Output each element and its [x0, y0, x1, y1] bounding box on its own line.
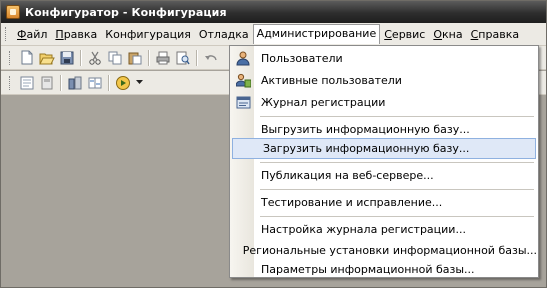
menu-item-web-publish[interactable]: Публикация на веб-сервере...	[231, 165, 537, 186]
cut-icon[interactable]	[87, 50, 103, 66]
copy-icon[interactable]	[107, 50, 123, 66]
toolbar-grip[interactable]	[9, 50, 13, 65]
save-icon[interactable]	[59, 50, 75, 66]
menu-administration[interactable]: Администрирование	[252, 24, 381, 44]
compare-icon[interactable]	[87, 75, 103, 91]
run-debug-icon[interactable]	[115, 75, 131, 91]
main-window: Конфигуратор - Конфигурация Файл Правка …	[0, 0, 547, 288]
menu-separator	[260, 189, 534, 190]
menu-debug[interactable]: Отладка	[195, 25, 253, 44]
undo-icon[interactable]	[203, 50, 219, 66]
menu-separator	[260, 116, 534, 117]
window-title: Конфигуратор - Конфигурация	[25, 5, 227, 19]
menu-item-import-infobase[interactable]: Загрузить информационную базу...	[232, 138, 536, 159]
menubar-grip[interactable]	[5, 27, 9, 41]
menu-item-users[interactable]: Пользователи	[231, 48, 537, 69]
open-folder-icon[interactable]	[39, 50, 55, 66]
toolbar-separator	[148, 49, 150, 66]
print-icon[interactable]	[155, 50, 171, 66]
toolbar-separator	[80, 49, 82, 66]
menu-item-active-users[interactable]: Активные пользователи	[231, 70, 537, 91]
menu-windows[interactable]: Окна	[429, 25, 466, 44]
print-preview-icon[interactable]	[175, 50, 191, 66]
menu-bar: Файл Правка Конфигурация Отладка Админис…	[1, 23, 546, 46]
menu-help[interactable]: Справка	[467, 25, 523, 44]
config-tree-icon[interactable]	[19, 75, 35, 91]
toolbar-separator	[108, 74, 110, 91]
db-config-icon[interactable]	[39, 75, 55, 91]
users-icon	[231, 51, 255, 66]
menu-item-event-log[interactable]: Журнал регистрации	[231, 92, 537, 113]
menu-configuration[interactable]: Конфигурация	[101, 25, 195, 44]
toolbar-separator	[60, 74, 62, 91]
new-document-icon[interactable]	[19, 50, 35, 66]
menu-item-regional-settings[interactable]: Региональные установки информационной ба…	[231, 240, 537, 261]
menu-item-infobase-parameters[interactable]: Параметры информационной базы...	[231, 259, 537, 280]
update-config-icon[interactable]	[67, 75, 83, 91]
menu-edit[interactable]: Правка	[51, 25, 101, 44]
menu-item-log-settings[interactable]: Настройка журнала регистрации...	[231, 219, 537, 240]
event-log-icon	[231, 96, 255, 109]
toolbar-grip[interactable]	[9, 75, 13, 90]
administration-dropdown-menu: Пользователи Активные пользователи Журна…	[229, 45, 539, 278]
menu-item-test-and-repair[interactable]: Тестирование и исправление...	[231, 192, 537, 213]
menu-separator	[260, 216, 534, 217]
toolbar-separator	[196, 49, 198, 66]
chevron-down-icon[interactable]	[135, 75, 143, 91]
active-users-icon	[231, 73, 255, 88]
menu-item-export-infobase[interactable]: Выгрузить информационную базу...	[231, 119, 537, 140]
menu-file[interactable]: Файл	[13, 25, 51, 44]
menu-service[interactable]: Сервис	[380, 25, 429, 44]
menu-separator	[260, 162, 534, 163]
app-1c-icon	[6, 5, 20, 19]
title-bar[interactable]: Конфигуратор - Конфигурация	[1, 1, 546, 23]
paste-icon[interactable]	[127, 50, 143, 66]
